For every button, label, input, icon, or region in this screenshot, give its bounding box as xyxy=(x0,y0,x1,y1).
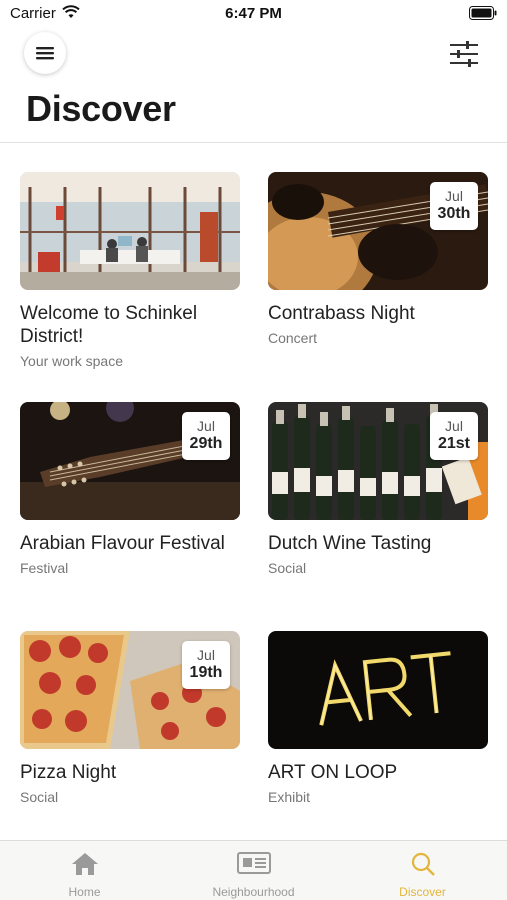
header-divider xyxy=(0,142,507,143)
card-title: Contrabass Night xyxy=(268,303,415,324)
hamburger-icon xyxy=(36,47,54,60)
tab-label: Discover xyxy=(399,885,446,899)
guitar-dark-image: Jul 29th xyxy=(20,402,240,520)
tab-bar: Home Neighbourhood Discover xyxy=(0,840,507,900)
sliders-icon xyxy=(450,41,478,67)
date-day: 21st xyxy=(437,435,471,452)
search-icon xyxy=(411,852,435,876)
card-subtitle: Social xyxy=(20,789,59,805)
tab-label: Neighbourhood xyxy=(212,885,295,899)
date-badge: Jul 21st xyxy=(430,412,478,460)
date-day: 30th xyxy=(437,205,471,222)
card-subtitle: Exhibit xyxy=(268,789,311,805)
tab-label: Home xyxy=(68,885,101,899)
battery-icon xyxy=(469,6,497,25)
card-title: ART ON LOOP xyxy=(268,762,398,783)
card-subtitle: Your work space xyxy=(20,353,123,369)
date-month: Jul xyxy=(197,418,215,434)
event-card-art-on-loop[interactable]: ART ON LOOP Exhibit xyxy=(268,631,488,805)
tab-discover[interactable]: Discover xyxy=(338,841,507,900)
date-badge: Jul 30th xyxy=(430,182,478,230)
event-card-dutch-wine[interactable]: Jul 21st Dutch Wine Tasting Social xyxy=(268,402,488,576)
card-subtitle: Festival xyxy=(20,560,69,576)
page-title: Discover xyxy=(26,88,176,129)
card-subtitle: Social xyxy=(268,560,307,576)
card-subtitle: Concert xyxy=(268,330,318,346)
menu-button[interactable] xyxy=(24,32,66,74)
event-card-contrabass[interactable]: Jul 30th Contrabass Night Concert xyxy=(268,172,488,346)
card-title: Pizza Night xyxy=(20,762,117,783)
card-title: Dutch Wine Tasting xyxy=(268,533,432,554)
date-month: Jul xyxy=(445,418,463,434)
wine-bottles-image: Jul 21st xyxy=(268,402,488,520)
home-icon xyxy=(71,853,98,875)
event-card-schinkel[interactable]: Welcome to Schinkel District! Your work … xyxy=(20,172,240,369)
guitar-player-image: Jul 30th xyxy=(268,172,488,290)
date-month: Jul xyxy=(197,647,215,663)
tab-neighbourhood[interactable]: Neighbourhood xyxy=(169,841,338,900)
tab-home[interactable]: Home xyxy=(0,841,169,900)
card-title: Arabian Flavour Festival xyxy=(20,533,225,554)
date-day: 29th xyxy=(189,435,223,452)
pizza-image: Jul 19th xyxy=(20,631,240,749)
date-month: Jul xyxy=(445,188,463,204)
office-interior-image xyxy=(20,172,240,290)
date-day: 19th xyxy=(189,664,223,681)
card-title: Welcome to Schinkel District! xyxy=(20,303,198,347)
newspaper-icon xyxy=(236,852,271,874)
art-neon-sign-image xyxy=(268,631,488,749)
event-card-arabian-flavour[interactable]: Jul 29th Arabian Flavour Festival Festiv… xyxy=(20,402,240,576)
status-time: 6:47 PM xyxy=(225,5,282,22)
date-badge: Jul 19th xyxy=(182,641,230,689)
date-badge: Jul 29th xyxy=(182,412,230,460)
status-bar: Carrier 6:47 PM xyxy=(0,0,507,28)
event-card-pizza-night[interactable]: Jul 19th Pizza Night Social xyxy=(20,631,240,805)
filter-button[interactable] xyxy=(449,40,479,68)
